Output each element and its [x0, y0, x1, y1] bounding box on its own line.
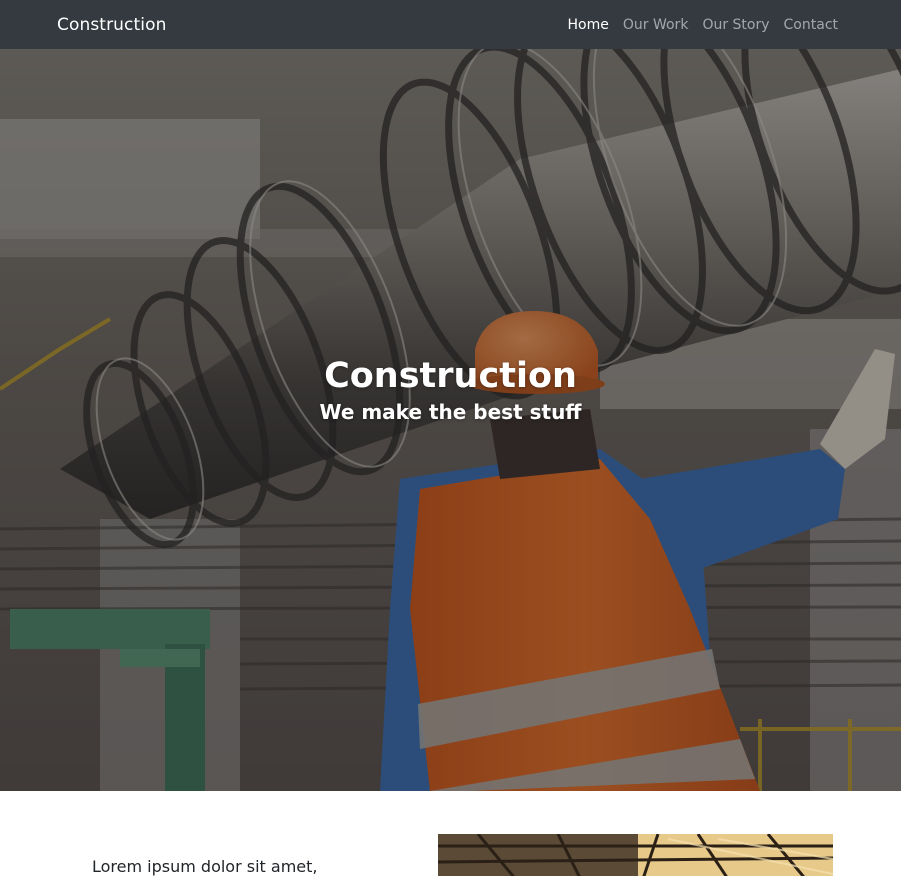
- nav-link-our-work[interactable]: Our Work: [623, 17, 689, 33]
- hero-subtitle: We make the best stuff: [319, 400, 582, 424]
- hero-section: Construction We make the best stuff: [0, 49, 901, 791]
- content-section: Lorem ipsum dolor sit amet,: [0, 791, 901, 876]
- nav-link-contact[interactable]: Contact: [784, 17, 838, 33]
- navbar: Construction Home Our Work Our Story Con…: [0, 0, 901, 49]
- preview-image: [438, 834, 833, 876]
- nav-link-home[interactable]: Home: [568, 17, 609, 33]
- nav-links: Home Our Work Our Story Contact: [554, 17, 838, 33]
- hero-title: Construction: [324, 356, 577, 396]
- nav-link-our-story[interactable]: Our Story: [702, 17, 769, 33]
- intro-text: Lorem ipsum dolor sit amet,: [92, 857, 318, 876]
- brand-link[interactable]: Construction: [57, 15, 166, 35]
- hero-text: Construction We make the best stuff: [0, 354, 901, 426]
